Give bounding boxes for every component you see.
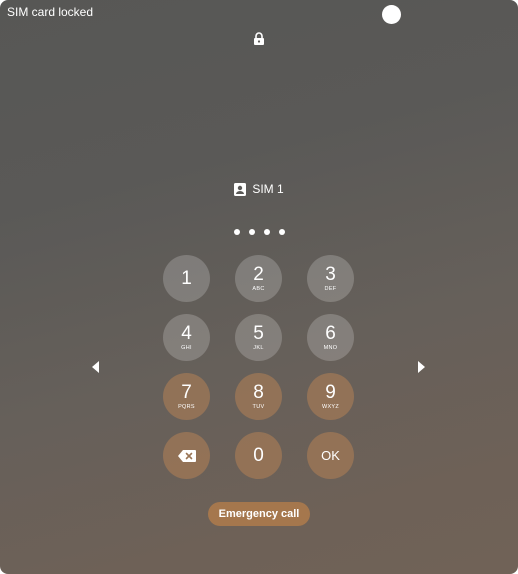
key-digit: 4	[181, 323, 192, 344]
pin-dot	[278, 229, 285, 235]
key-letters: ABC	[252, 286, 265, 292]
backspace-icon	[177, 449, 196, 462]
key-letters: MNO	[323, 345, 338, 351]
key-letters: PQRS	[178, 404, 195, 410]
pin-dot	[248, 229, 255, 235]
key-digit: 8	[253, 382, 264, 403]
key-letters: DEF	[324, 286, 337, 292]
key-8[interactable]: 8 TUV	[235, 373, 282, 420]
key-0[interactable]: 0	[235, 432, 282, 479]
key-letters: WXYZ	[321, 404, 340, 410]
key-digit: 7	[181, 382, 192, 403]
pin-entry-dots	[0, 229, 518, 235]
lock-icon	[254, 32, 264, 45]
key-letters: GHI	[181, 345, 192, 351]
ok-label: OK	[321, 448, 340, 463]
sim-contact-icon	[234, 182, 247, 196]
key-2[interactable]: 2 ABC	[235, 255, 282, 302]
key-digit: 1	[181, 268, 192, 289]
previous-sim-arrow-icon[interactable]	[92, 361, 99, 373]
key-digit: 0	[253, 445, 264, 466]
key-letters: TUV	[252, 404, 265, 410]
pin-dot	[263, 229, 270, 235]
key-5[interactable]: 5 JKL	[235, 314, 282, 361]
next-sim-arrow-icon[interactable]	[418, 361, 425, 373]
emergency-call-button[interactable]: Emergency call	[208, 502, 310, 526]
key-7[interactable]: 7 PQRS	[163, 373, 210, 420]
sim-indicator: SIM 1	[0, 182, 518, 196]
key-digit: 9	[325, 382, 336, 403]
key-4[interactable]: 4 GHI	[163, 314, 210, 361]
key-digit: 2	[253, 264, 264, 285]
key-digit: 5	[253, 323, 264, 344]
sim-status-text: SIM card locked	[7, 5, 94, 19]
key-1[interactable]: 1	[163, 255, 210, 302]
backspace-key[interactable]	[163, 432, 210, 479]
ok-key[interactable]: OK	[307, 432, 354, 479]
sim-label: SIM 1	[252, 182, 284, 196]
key-6[interactable]: 6 MNO	[307, 314, 354, 361]
key-digit: 6	[325, 323, 336, 344]
key-letters: JKL	[253, 345, 264, 351]
camera-cutout	[382, 5, 401, 24]
key-9[interactable]: 9 WXYZ	[307, 373, 354, 420]
key-3[interactable]: 3 DEF	[307, 255, 354, 302]
key-digit: 3	[325, 264, 336, 285]
lock-screen: SIM card locked SIM 1 1 2 ABC 3 DEF 4 GH…	[0, 0, 518, 574]
pin-dot	[233, 229, 240, 235]
